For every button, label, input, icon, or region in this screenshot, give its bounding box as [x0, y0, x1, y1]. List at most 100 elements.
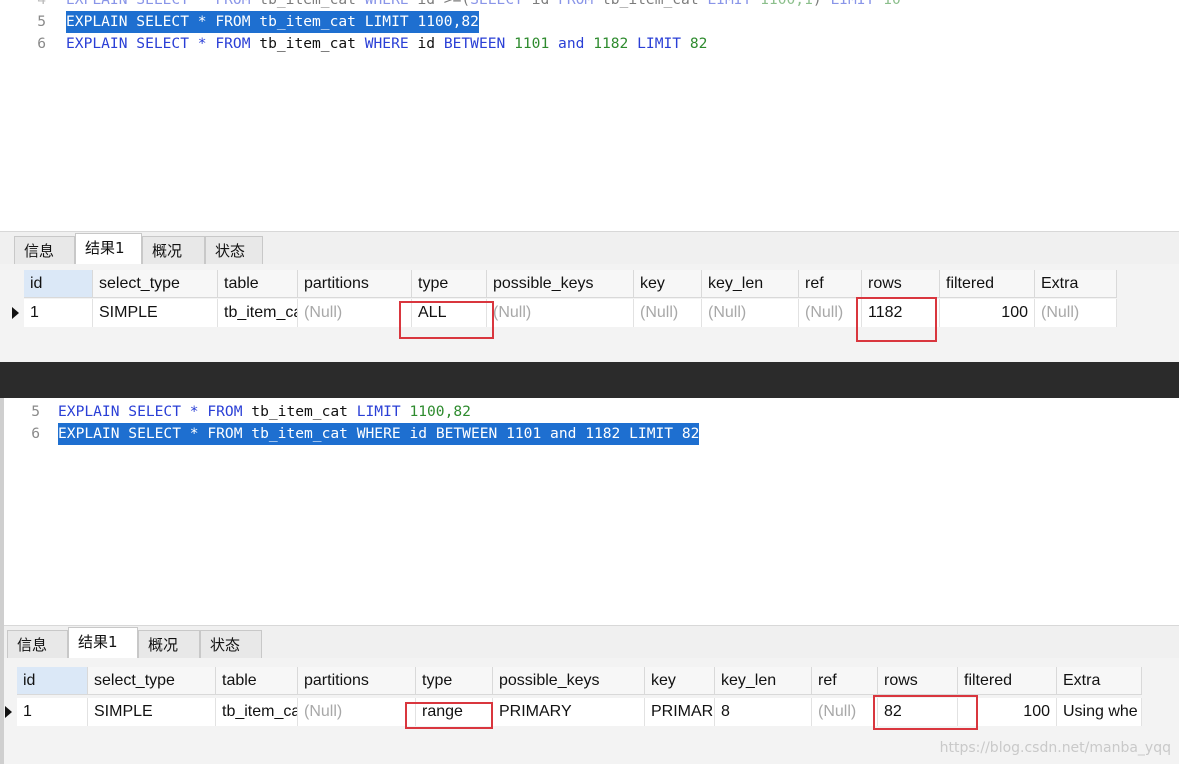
table-cell-filtered[interactable]: 100 [940, 299, 1035, 327]
tab-overview[interactable]: 概况 [138, 630, 200, 658]
sql-token: 1100,82 [409, 403, 471, 420]
current-row-indicator-icon [5, 706, 12, 718]
current-row-indicator-icon [12, 307, 19, 319]
sql-text[interactable]: EXPLAIN SELECT * FROM tb_item_cat WHERE … [66, 33, 707, 55]
highlight-box-rows [873, 695, 978, 730]
table-cell-id[interactable]: 1 [17, 698, 88, 726]
column-header-partitions[interactable]: partitions [298, 667, 416, 695]
column-header-rows[interactable]: rows [862, 270, 940, 298]
column-header-key[interactable]: key [645, 667, 715, 695]
result-tabs: 信息 结果1 概况 状态 [0, 231, 1179, 265]
tab-overview[interactable]: 概况 [142, 236, 205, 264]
column-header-table[interactable]: table [216, 667, 298, 695]
sql-token: ) [813, 0, 831, 8]
sql-token: id [409, 425, 436, 442]
selected-sql-text[interactable]: EXPLAIN SELECT * FROM tb_item_cat WHERE … [58, 423, 700, 445]
table-cell-partitions[interactable]: (Null) [298, 698, 416, 726]
tab-status[interactable]: 状态 [200, 630, 262, 658]
tab-info[interactable]: 信息 [7, 630, 68, 658]
column-header-partitions[interactable]: partitions [298, 270, 412, 298]
column-header-select-type[interactable]: select_type [88, 667, 216, 695]
column-header-filtered[interactable]: filtered [940, 270, 1035, 298]
sql-token: 1100,1 [760, 0, 813, 8]
selected-sql-text[interactable]: EXPLAIN SELECT * FROM tb_item_cat LIMIT … [66, 11, 479, 33]
line-number: 5 [31, 403, 40, 420]
code-line: 5 EXPLAIN SELECT * FROM tb_item_cat LIMIT… [0, 11, 1179, 33]
sql-token: 10 [883, 0, 901, 8]
column-header-possible-keys[interactable]: possible_keys [493, 667, 645, 695]
table-cell-Extra[interactable]: Using whe [1057, 698, 1142, 726]
sql-token: BETWEEN [435, 425, 507, 442]
sql-token: tb_item_cat [251, 425, 357, 442]
watermark-text: https://blog.csdn.net/manba_yqq [939, 740, 1171, 756]
tab-result1[interactable]: 结果1 [75, 233, 142, 265]
column-header-type[interactable]: type [416, 667, 493, 695]
tab-info[interactable]: 信息 [14, 236, 75, 264]
sql-token: 1182 [585, 425, 630, 442]
line-number: 5 [37, 13, 46, 30]
table-cell-select-type[interactable]: SIMPLE [93, 299, 218, 327]
table-cell-ref[interactable]: (Null) [812, 698, 878, 726]
sql-token: LIMIT [356, 403, 410, 420]
table-cell-Extra[interactable]: (Null) [1035, 299, 1117, 327]
column-header-id[interactable]: id [17, 667, 88, 695]
column-header-ref[interactable]: ref [799, 270, 862, 298]
table-cell-id[interactable]: 1 [24, 299, 93, 327]
sql-token: EXPLAIN SELECT * FROM [66, 35, 260, 52]
table-cell-possible-keys[interactable]: (Null) [487, 299, 634, 327]
tab-result1[interactable]: 结果1 [68, 627, 138, 659]
column-header-key[interactable]: key [634, 270, 702, 298]
sql-token: 82 [689, 35, 708, 52]
column-header-ref[interactable]: ref [812, 667, 878, 695]
column-header-Extra[interactable]: Extra [1057, 667, 1142, 695]
table-cell-select-type[interactable]: SIMPLE [88, 698, 216, 726]
highlight-box-type [405, 702, 493, 729]
sql-token: id [417, 35, 444, 52]
sql-token: tb_item_cat [251, 403, 357, 420]
sql-token: tb_item_cat [259, 13, 365, 30]
line-number: 6 [31, 425, 40, 442]
column-header-id[interactable]: id [24, 270, 93, 298]
sql-text[interactable]: EXPLAIN SELECT * FROM tb_item_cat WHERE … [66, 0, 901, 11]
result-grid[interactable]: id select_type table partitions type possible… [0, 264, 1179, 362]
tab-status[interactable]: 状态 [205, 236, 263, 264]
column-header-select-type[interactable]: select_type [93, 270, 218, 298]
sql-token: 1101 [514, 35, 559, 52]
sql-token: EXPLAIN SELECT * FROM [58, 403, 252, 420]
code-line: 6 EXPLAIN SELECT * FROM tb_item_cat WHERE… [4, 423, 1179, 445]
table-cell-key[interactable]: (Null) [634, 299, 702, 327]
result-tabs: 信息 结果1 概况 状态 [4, 625, 1179, 659]
sql-token: WHERE [356, 425, 410, 442]
sql-token: LIMIT [707, 0, 760, 8]
column-header-rows[interactable]: rows [878, 667, 958, 695]
sql-token: LIMIT [364, 13, 418, 30]
column-header-key-len[interactable]: key_len [715, 667, 812, 695]
sql-token: 1182 [593, 35, 638, 52]
sql-token: LIMIT [629, 425, 682, 442]
code-line: 5 EXPLAIN SELECT * FROM tb_item_cat LIMIT… [4, 401, 1179, 423]
table-cell-table[interactable]: tb_item_ca [218, 299, 298, 327]
column-header-filtered[interactable]: filtered [958, 667, 1057, 695]
column-header-key-len[interactable]: key_len [702, 270, 799, 298]
table-cell-partitions[interactable]: (Null) [298, 299, 412, 327]
column-header-possible-keys[interactable]: possible_keys [487, 270, 634, 298]
table-cell-key-len[interactable]: (Null) [702, 299, 799, 327]
sql-token: WHERE [364, 35, 418, 52]
sql-token: SELECT [470, 0, 532, 8]
table-cell-key[interactable]: PRIMAR [645, 698, 715, 726]
sql-token: and [550, 425, 586, 442]
highlight-box-rows [856, 297, 937, 342]
sql-text[interactable]: EXPLAIN SELECT * FROM tb_item_cat LIMIT … [58, 401, 471, 423]
table-cell-key-len[interactable]: 8 [715, 698, 812, 726]
table-cell-possible-keys[interactable]: PRIMARY [493, 698, 645, 726]
table-cell-table[interactable]: tb_item_ca [216, 698, 298, 726]
column-header-Extra[interactable]: Extra [1035, 270, 1117, 298]
column-header-table[interactable]: table [218, 270, 298, 298]
table-cell-ref[interactable]: (Null) [799, 299, 862, 327]
top-query-pane: 4 EXPLAIN SELECT * FROM tb_item_cat WHERE… [0, 0, 1179, 362]
sql-token: EXPLAIN SELECT * FROM [66, 13, 260, 30]
sql-token: id >=( [417, 0, 470, 8]
sql-token: and [558, 35, 594, 52]
sql-token: 1101 [506, 425, 551, 442]
column-header-type[interactable]: type [412, 270, 487, 298]
